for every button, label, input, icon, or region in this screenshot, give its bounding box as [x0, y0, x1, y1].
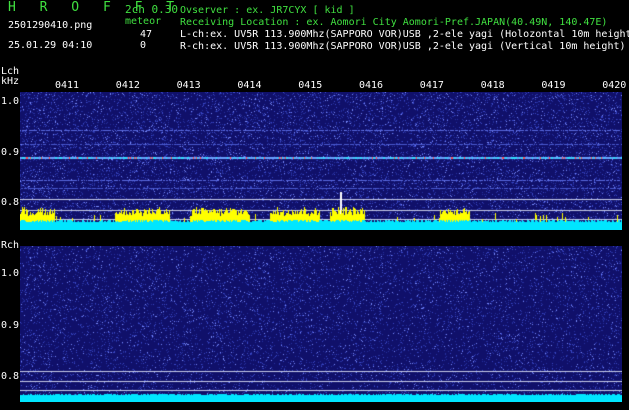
- time-tick-0415: 0415: [298, 80, 323, 91]
- time-tick-0420: 0420: [602, 80, 627, 91]
- lch-info-line: L-ch:ex. UV5R 113.900Mhz(SAPPORO VOR)USB…: [180, 29, 629, 40]
- datetime-label: 25.01.29 04:10: [8, 40, 93, 51]
- lch-count: 47: [140, 29, 153, 40]
- time-tick-0419: 0419: [541, 80, 566, 91]
- mode-label: meteor: [125, 16, 162, 27]
- lch-tick-0-9: 0.9: [1, 147, 20, 158]
- rch-tick-0-9: 0.9: [1, 320, 20, 331]
- time-tick-0417: 0417: [419, 80, 444, 91]
- rch-info-line: R-ch:ex. UV5R 113.900Mhz(SAPPORO VOR)USB…: [180, 41, 626, 52]
- observer-line: Ovserver : ex. JR7CYX [ kid ]: [180, 5, 355, 16]
- rch-label: Rch: [1, 240, 20, 251]
- filename-label: 2501290410.png: [8, 20, 93, 31]
- location-line: Receiving Location : ex. Aomori City Aom…: [180, 17, 608, 28]
- lch-spectrogram: [20, 92, 622, 230]
- time-tick-0414: 0414: [237, 80, 262, 91]
- rch-canvas: [20, 246, 622, 402]
- time-tick-0411: 0411: [55, 80, 80, 91]
- rch-tick-1-0: 1.0: [1, 268, 20, 279]
- time-tick-0416: 0416: [359, 80, 384, 91]
- lch-tick-0-8: 0.8: [1, 197, 20, 208]
- lch-canvas: [20, 92, 622, 230]
- rch-spectrogram: [20, 246, 622, 402]
- lch-unit: kHz: [1, 76, 20, 87]
- time-tick-0418: 0418: [480, 80, 505, 91]
- time-tick-0413: 0413: [176, 80, 201, 91]
- time-tick-0412: 0412: [115, 80, 140, 91]
- lch-tick-1-0: 1.0: [1, 96, 20, 107]
- version-label: 2ch 0.30: [125, 3, 178, 16]
- rch-tick-0-8: 0.8: [1, 371, 20, 382]
- rch-count: 0: [140, 40, 147, 51]
